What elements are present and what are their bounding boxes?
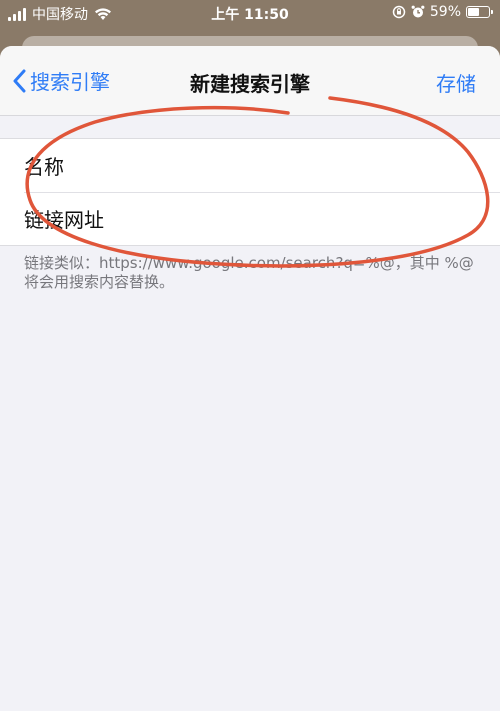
- name-field-placeholder: 名称: [24, 155, 64, 179]
- battery-percent: 59%: [429, 4, 461, 20]
- alarm-icon: [411, 5, 425, 18]
- search-engine-form: 名称 链接网址: [0, 138, 500, 246]
- status-bar: 中国移动 上午 11:50 59%: [0, 0, 500, 28]
- name-field[interactable]: 名称: [0, 139, 500, 192]
- navigation-bar: 搜索引擎 新建搜索引擎 存储: [0, 46, 500, 116]
- url-hint-text: 链接类似：https://www.google.com/search?q=%@，…: [24, 254, 474, 291]
- battery-icon: [466, 6, 493, 18]
- new-search-engine-sheet: 搜索引擎 新建搜索引擎 存储 名称 链接网址 链接类似：https://www.…: [0, 46, 500, 711]
- orientation-lock-icon: [392, 5, 406, 19]
- status-right: 59%: [392, 4, 493, 20]
- save-button[interactable]: 存储: [436, 68, 476, 97]
- page-title: 新建搜索引擎: [190, 72, 310, 96]
- url-field[interactable]: 链接网址: [0, 192, 500, 245]
- url-field-placeholder: 链接网址: [24, 208, 104, 232]
